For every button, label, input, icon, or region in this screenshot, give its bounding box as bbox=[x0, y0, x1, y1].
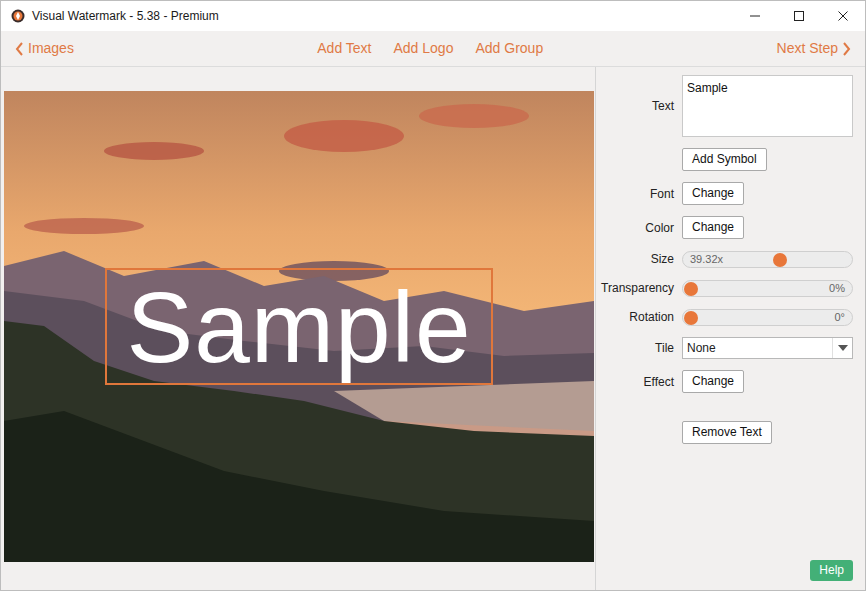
slider-thumb[interactable] bbox=[684, 311, 698, 325]
slider-reading: 39.32x bbox=[690, 251, 723, 268]
watermark-text-box[interactable]: Sample bbox=[105, 268, 493, 385]
minimize-button[interactable] bbox=[733, 1, 777, 31]
text-row: Text Sample bbox=[596, 75, 853, 137]
maximize-icon bbox=[794, 11, 804, 21]
main-area: SampleTextSampleAdd SymbolFontChangeColo… bbox=[1, 67, 865, 590]
change-button[interactable]: Change bbox=[682, 216, 744, 239]
slider-reading: 0° bbox=[834, 309, 845, 326]
add-symbol-button[interactable]: Add Symbol bbox=[682, 148, 767, 171]
setting-label: Rotation bbox=[596, 308, 674, 326]
app-logo-icon bbox=[11, 9, 25, 23]
slider-track[interactable]: 0% bbox=[682, 280, 853, 297]
toolbar-action[interactable]: Add Logo bbox=[394, 38, 454, 59]
setting-row: Font Change bbox=[596, 182, 853, 205]
text-label: Text bbox=[596, 97, 674, 115]
text-input[interactable]: Sample bbox=[682, 75, 853, 137]
setting-label: Font bbox=[596, 185, 674, 203]
setting-label: Transparency bbox=[596, 279, 674, 297]
preview-photo: Sample bbox=[4, 91, 594, 562]
setting-row: Rotation 0° bbox=[596, 308, 853, 326]
slider-thumb[interactable] bbox=[684, 282, 698, 296]
setting-row: Effect Change bbox=[596, 370, 853, 393]
maximize-button[interactable] bbox=[777, 1, 821, 31]
change-button[interactable]: Change bbox=[682, 182, 744, 205]
close-icon bbox=[838, 11, 848, 21]
slider-thumb[interactable] bbox=[773, 253, 787, 267]
settings-panel: Text Sample Add Symbol Font Change Color Chang… bbox=[596, 67, 865, 590]
change-button[interactable]: Change bbox=[682, 370, 744, 393]
setting-label: Size bbox=[596, 250, 674, 268]
close-button[interactable] bbox=[821, 1, 865, 31]
setting-label: Tile bbox=[596, 339, 674, 357]
setting-row: Tile None bbox=[596, 337, 853, 359]
select-value: None bbox=[687, 339, 716, 357]
setting-row: Transparency 0% bbox=[596, 279, 853, 297]
setting-label: Effect bbox=[596, 373, 674, 391]
slider-track[interactable]: 39.32x bbox=[682, 251, 853, 268]
title-bar: Visual Watermark - 5.38 - Premium bbox=[1, 1, 865, 31]
select-caret bbox=[832, 338, 852, 358]
next-label: Next Step bbox=[777, 38, 838, 59]
toolbar-action[interactable]: Add Group bbox=[475, 38, 543, 59]
chevron-right-icon bbox=[842, 42, 851, 56]
remove-text-button[interactable]: Remove Text bbox=[682, 421, 772, 444]
toolbar-actions: Add Text Add Logo Add Group bbox=[307, 38, 543, 59]
help-button[interactable]: Help bbox=[810, 560, 853, 581]
slider-track[interactable]: 0° bbox=[682, 309, 853, 326]
setting-row: Color Change bbox=[596, 216, 853, 239]
toolbar: Images Add Text Add Logo Add Group Next Step bbox=[1, 31, 865, 67]
remove-row: Remove Text bbox=[596, 421, 853, 444]
setting-label: Color bbox=[596, 219, 674, 237]
watermark-text: Sample bbox=[126, 277, 471, 377]
window-title: Visual Watermark - 5.38 - Premium bbox=[32, 7, 219, 25]
help-area: Help bbox=[596, 560, 853, 581]
minimize-icon bbox=[750, 11, 760, 21]
tile-select[interactable]: None bbox=[682, 337, 853, 359]
window-controls bbox=[733, 1, 865, 31]
next-button[interactable]: Next Step bbox=[777, 38, 851, 59]
dropdown-arrow-icon bbox=[838, 345, 848, 351]
add-symbol-row: Add Symbol bbox=[596, 148, 853, 171]
back-button[interactable]: Images bbox=[15, 38, 74, 59]
chevron-left-icon bbox=[15, 42, 24, 56]
preview-area: Sample bbox=[1, 67, 596, 590]
toolbar-action[interactable]: Add Text bbox=[317, 38, 371, 59]
slider-reading: 0% bbox=[829, 280, 845, 297]
back-label: Images bbox=[28, 38, 74, 59]
setting-row: Size 39.32x bbox=[596, 250, 853, 268]
